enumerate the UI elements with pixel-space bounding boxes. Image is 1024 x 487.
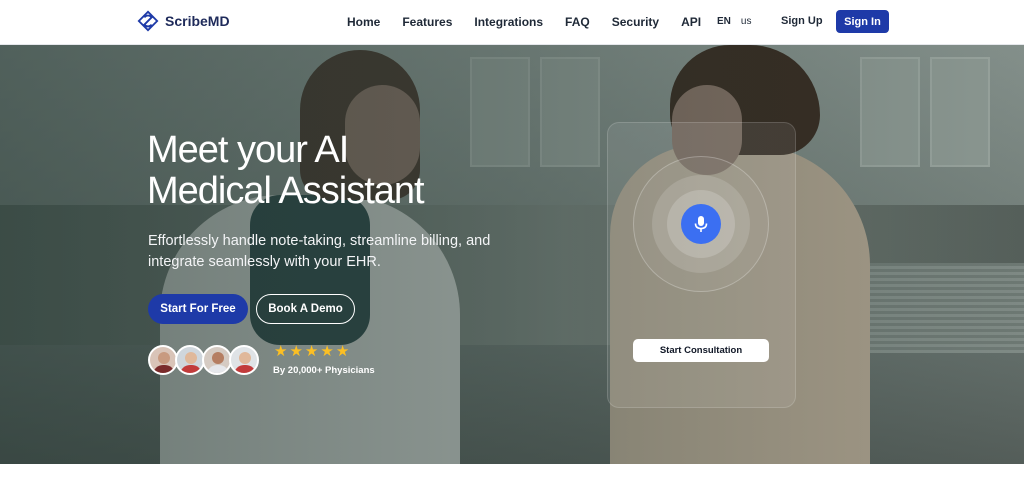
- microphone-icon: [694, 216, 708, 232]
- hero-subhead: Effortlessly handle note-taking, streaml…: [148, 233, 491, 270]
- sign-in-button[interactable]: Sign In: [836, 10, 889, 33]
- nav-link-integrations[interactable]: Integrations: [474, 15, 543, 29]
- start-for-free-button[interactable]: Start For Free: [148, 294, 248, 324]
- avatar: [229, 345, 259, 375]
- nav-link-security[interactable]: Security: [612, 15, 659, 29]
- sign-up-link[interactable]: Sign Up: [781, 15, 823, 27]
- avatar: [202, 345, 232, 375]
- hero-headline: Meet your AI Medical Assistant: [147, 129, 425, 212]
- nav-links: Home Features Integrations FAQ Security …: [347, 15, 701, 29]
- star-icon: ★: [304, 343, 319, 360]
- star-icon: ★: [274, 343, 288, 360]
- star-icon: ★: [320, 343, 334, 360]
- avatar: [148, 345, 178, 375]
- start-consultation-button[interactable]: Start Consultation: [633, 339, 769, 362]
- nav-link-api[interactable]: API: [681, 15, 701, 29]
- nav-link-features[interactable]: Features: [402, 15, 452, 29]
- book-a-demo-button[interactable]: Book A Demo: [256, 294, 355, 324]
- language-selector[interactable]: EN us: [717, 16, 751, 27]
- avatar: [175, 345, 205, 375]
- star-icon: ★: [335, 343, 350, 360]
- brand-logo[interactable]: ScribeMD: [137, 10, 230, 32]
- scribemd-logo-icon: [137, 10, 159, 32]
- microphone-button[interactable]: [681, 204, 721, 244]
- nav-link-faq[interactable]: FAQ: [565, 15, 590, 29]
- physician-avatars: [148, 345, 259, 375]
- brand-name: ScribeMD: [165, 13, 230, 29]
- nav-link-home[interactable]: Home: [347, 15, 380, 29]
- language-region: us: [740, 16, 752, 27]
- language-code: EN: [717, 16, 731, 27]
- rating-text: By 20,000+ Physicians: [273, 365, 375, 376]
- star-icon: ★: [289, 343, 303, 360]
- rating-stars: ★ ★ ★ ★ ★: [274, 344, 349, 360]
- hero-section: Meet your AI Medical Assistant Effortles…: [0, 45, 1024, 464]
- top-nav: ScribeMD Home Features Integrations FAQ …: [0, 0, 1024, 45]
